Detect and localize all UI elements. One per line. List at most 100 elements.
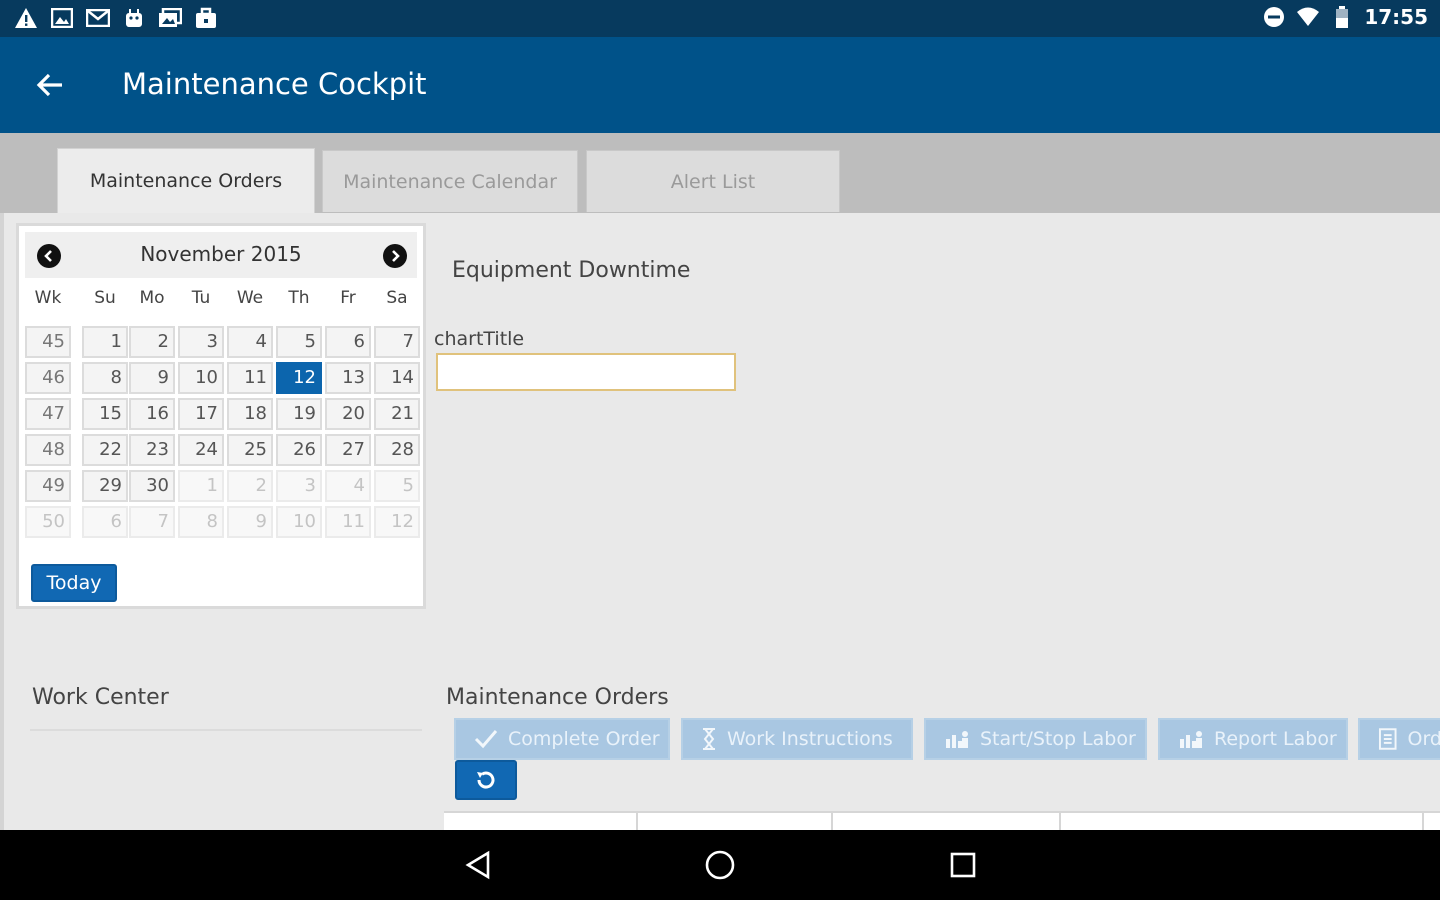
labor-chart-icon <box>1180 731 1202 748</box>
tab-maintenance-orders[interactable]: Maintenance Orders <box>57 148 315 213</box>
week-number: 46 <box>25 362 71 394</box>
chart-title-label: chartTitle <box>434 328 525 350</box>
calendar-day[interactable]: 20 <box>325 398 371 430</box>
calendar-day[interactable]: 16 <box>129 398 175 430</box>
check-icon <box>474 730 498 749</box>
calendar-day[interactable]: 2 <box>227 470 273 502</box>
report-labor-label: Report Labor <box>1214 728 1337 750</box>
orders-more-button[interactable]: Ord <box>1358 718 1440 760</box>
calendar-day[interactable]: 8 <box>178 506 224 538</box>
image-icon <box>50 6 74 30</box>
week-number: 49 <box>25 470 71 502</box>
calendar-day[interactable]: 7 <box>129 506 175 538</box>
calendar-day[interactable]: 3 <box>178 326 224 358</box>
week-number: 45 <box>25 326 71 358</box>
calendar-day[interactable]: 25 <box>227 434 273 466</box>
calendar-day[interactable]: 26 <box>276 434 322 466</box>
battery-icon <box>1330 5 1354 29</box>
work-center-divider <box>30 729 422 731</box>
calendar-day[interactable]: 3 <box>276 470 322 502</box>
calendar-day[interactable]: 4 <box>227 326 273 358</box>
calendar-day[interactable]: 12 <box>276 362 322 394</box>
calendar-day[interactable]: 9 <box>129 362 175 394</box>
calendar-day[interactable]: 19 <box>276 398 322 430</box>
back-button[interactable] <box>28 65 72 105</box>
nav-home-icon <box>705 850 735 880</box>
report-labor-button[interactable]: Report Labor <box>1158 718 1348 760</box>
equipment-downtime-title: Equipment Downtime <box>452 258 691 283</box>
calendar-day-headers: Wk Su Mo Tu We Th Fr Sa <box>25 288 417 312</box>
complete-order-button[interactable]: Complete Order <box>454 718 670 760</box>
calendar-day[interactable]: 17 <box>178 398 224 430</box>
nav-recent-button[interactable] <box>941 845 985 885</box>
calendar-day[interactable]: 14 <box>374 362 420 394</box>
refresh-button[interactable] <box>455 760 517 800</box>
calendar-day[interactable]: 6 <box>325 326 371 358</box>
day-header: Wk <box>34 288 62 308</box>
calendar-day[interactable]: 24 <box>178 434 224 466</box>
nav-home-button[interactable] <box>698 845 742 885</box>
calendar-day[interactable]: 15 <box>82 398 128 430</box>
calendar-day[interactable]: 6 <box>82 506 128 538</box>
work-instructions-label: Work Instructions <box>727 728 893 750</box>
week-number: 50 <box>25 506 71 538</box>
refresh-icon <box>477 771 495 789</box>
notification-icons <box>14 6 218 30</box>
calendar-day[interactable]: 4 <box>325 470 371 502</box>
calendar-day[interactable]: 12 <box>374 506 420 538</box>
complete-order-label: Complete Order <box>508 728 660 750</box>
calendar-day[interactable]: 13 <box>325 362 371 394</box>
calendar-day[interactable]: 30 <box>129 470 175 502</box>
nav-back-icon <box>465 850 490 880</box>
day-header: Sa <box>386 288 408 308</box>
nav-recent-icon <box>950 852 976 878</box>
work-center-title: Work Center <box>32 685 169 710</box>
day-header: Fr <box>340 288 356 308</box>
calendar-header: November 2015 <box>25 232 417 278</box>
android-icon <box>122 6 146 30</box>
nav-back-button[interactable] <box>456 845 500 885</box>
calendar-day[interactable]: 9 <box>227 506 273 538</box>
calendar-day[interactable]: 11 <box>325 506 371 538</box>
calendar-day[interactable]: 10 <box>276 506 322 538</box>
week-number: 47 <box>25 398 71 430</box>
orders-table-header <box>444 811 1440 832</box>
calendar-day[interactable]: 8 <box>82 362 128 394</box>
calendar-day[interactable]: 21 <box>374 398 420 430</box>
calendar-day[interactable]: 29 <box>82 470 128 502</box>
calendar-day[interactable]: 7 <box>374 326 420 358</box>
calendar-day[interactable]: 10 <box>178 362 224 394</box>
status-bar: 17:55 <box>0 0 1440 37</box>
calendar-day[interactable]: 5 <box>276 326 322 358</box>
start-stop-labor-button[interactable]: Start/Stop Labor <box>924 718 1147 760</box>
do-not-disturb-icon <box>1262 5 1286 29</box>
wifi-icon <box>1296 5 1320 29</box>
navigation-bar <box>0 830 1440 900</box>
calendar-day[interactable]: 1 <box>178 470 224 502</box>
calendar-day[interactable]: 28 <box>374 434 420 466</box>
calendar-day[interactable]: 1 <box>82 326 128 358</box>
calendar-day[interactable]: 11 <box>227 362 273 394</box>
calendar-day[interactable]: 23 <box>129 434 175 466</box>
system-indicators: 17:55 <box>1262 5 1428 29</box>
photos-icon <box>158 6 182 30</box>
status-time: 17:55 <box>1364 5 1428 29</box>
tab-maintenance-calendar[interactable]: Maintenance Calendar <box>322 150 578 212</box>
today-button[interactable]: Today <box>31 564 117 602</box>
tab-strip: Maintenance Orders Maintenance Calendar … <box>0 133 1440 213</box>
day-header: Su <box>94 288 116 308</box>
next-month-button[interactable] <box>383 244 407 268</box>
tab-alert-list[interactable]: Alert List <box>586 150 840 212</box>
calendar-day[interactable]: 22 <box>82 434 128 466</box>
week-number: 48 <box>25 434 71 466</box>
calendar-day[interactable]: 18 <box>227 398 273 430</box>
document-icon <box>1378 728 1397 750</box>
calendar-day[interactable]: 27 <box>325 434 371 466</box>
work-instructions-button[interactable]: Work Instructions <box>681 718 913 760</box>
arrow-back-icon <box>36 73 62 97</box>
calendar-day[interactable]: 2 <box>129 326 175 358</box>
app-bar: Maintenance Cockpit <box>0 37 1440 133</box>
chart-title-input[interactable] <box>436 353 736 391</box>
calendar-grid: 45 1 2 3 4 5 6 7 46 8 9 10 11 12 13 14 47 15 16 17 18 19 20 21 4… <box>25 326 420 542</box>
calendar-day[interactable]: 5 <box>374 470 420 502</box>
